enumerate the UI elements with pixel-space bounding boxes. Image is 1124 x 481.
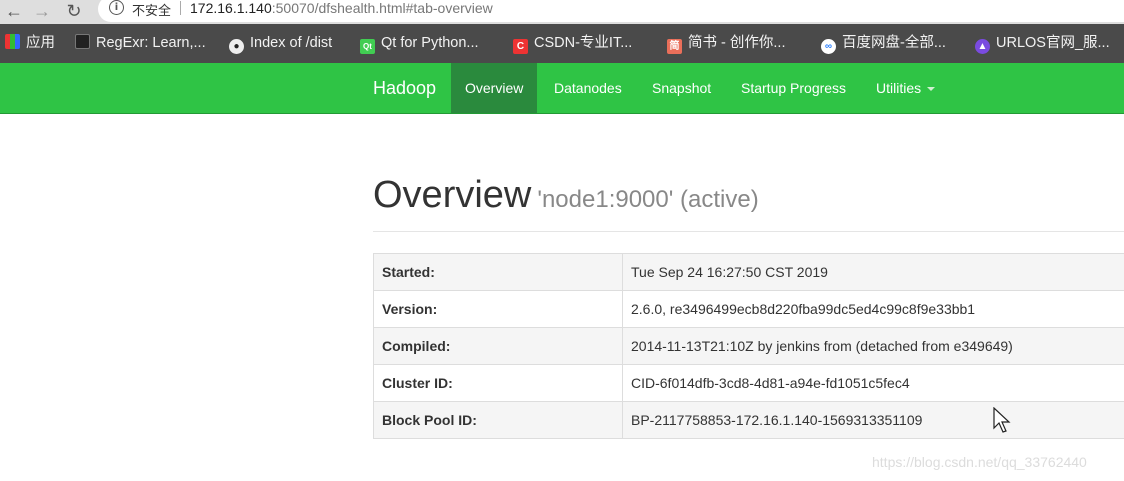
watermark: https://blog.csdn.net/qq_33762440 (872, 454, 1087, 470)
url-text[interactable]: 172.16.1.140:50070/dfshealth.html#tab-ov… (190, 0, 493, 16)
csdn-icon: C (513, 39, 528, 54)
bookmark-label: RegExr: Learn,... (96, 35, 206, 51)
forward-arrow-icon[interactable]: → (30, 0, 54, 22)
page-title: Overview'node1:9000' (active) (373, 174, 759, 217)
page-title-text: Overview (373, 174, 532, 216)
title-divider (373, 231, 1124, 232)
table-row: Cluster ID: CID-6f014dfb-3cd8-4d81-a94e-… (373, 364, 1124, 402)
bookmark-label: Qt for Python... (381, 35, 479, 51)
globe-icon: ● (229, 39, 244, 54)
row-value: 2014-11-13T21:10Z by jenkins from (detac… (622, 327, 1124, 365)
row-key: Version: (373, 290, 623, 328)
security-label[interactable]: 不安全 (132, 0, 171, 19)
bookmark-label: 应用 (26, 35, 55, 51)
tab-overview[interactable]: Overview (451, 63, 538, 113)
row-key: Compiled: (373, 327, 623, 365)
row-value: Tue Sep 24 16:27:50 CST 2019 (622, 253, 1124, 291)
info-icon[interactable]: i (109, 0, 124, 15)
bookmark-label: CSDN-专业IT... (534, 35, 633, 51)
page-subtitle: 'node1:9000' (active) (537, 186, 759, 213)
table-row: Compiled: 2014-11-13T21:10Z by jenkins f… (373, 327, 1124, 365)
row-value: BP-2117758853-172.16.1.140-1569313351109 (622, 401, 1124, 439)
bookmark-qt-python[interactable]: Qt Qt for Python... (360, 24, 479, 63)
bookmark-jianshu[interactable]: 简简书 - 创作你... (667, 24, 785, 63)
brand-logo[interactable]: Hadoop (373, 63, 436, 113)
bookmark-regexr[interactable]: RegExr: Learn,... (75, 24, 206, 63)
bookmark-apps[interactable]: 应用 (5, 24, 55, 63)
bookmark-label: 百度网盘-全部... (842, 35, 946, 51)
row-key: Cluster ID: (373, 364, 623, 402)
bookmark-label: URLOS官网_服... (996, 35, 1110, 51)
hadoop-navbar: Hadoop Overview Datanodes Snapshot Start… (0, 63, 1124, 114)
address-separator (180, 1, 181, 15)
table-row: Version: 2.6.0, re3496499ecb8d220fba99dc… (373, 290, 1124, 328)
row-value: CID-6f014dfb-3cd8-4d81-a94e-fd1051c5fec4 (622, 364, 1124, 402)
bookmark-urlos[interactable]: ▲ URLOS官网_服... (975, 24, 1110, 63)
tab-snapshot[interactable]: Snapshot (652, 63, 711, 113)
bookmark-index-dist[interactable]: ● Index of /dist (229, 24, 332, 63)
bookmark-baidu-pan[interactable]: ∞ 百度网盘-全部... (821, 24, 946, 63)
bookmarks-bar: 应用 RegExr: Learn,... ● Index of /dist Qt Q… (0, 24, 1124, 63)
tab-startup-progress[interactable]: Startup Progress (741, 63, 846, 113)
jianshu-icon: 简 (667, 39, 682, 54)
mouse-pointer-icon (993, 407, 1011, 433)
address-bar[interactable]: i 不安全 172.16.1.140:50070/dfshealth.html#… (98, 0, 1124, 22)
apps-grid-icon (5, 34, 20, 49)
tab-utilities-dropdown[interactable]: Utilities (876, 63, 936, 113)
row-key: Block Pool ID: (373, 401, 623, 439)
browser-toolbar: ← → ↻ i 不安全 172.16.1.140:50070/dfshealth… (0, 0, 1124, 24)
qt-icon: Qt (360, 39, 375, 54)
utilities-label: Utilities (876, 80, 922, 96)
reload-icon[interactable]: ↻ (62, 0, 86, 22)
tab-datanodes[interactable]: Datanodes (554, 63, 622, 113)
url-host: 172.16.1.140 (190, 0, 272, 16)
url-path: :50070/dfshealth.html#tab-overview (271, 0, 493, 16)
bookmark-csdn[interactable]: C CSDN-专业IT... (513, 24, 632, 63)
baidu-pan-icon: ∞ (821, 39, 836, 54)
row-value: 2.6.0, re3496499ecb8d220fba99dc5ed4c99c8… (622, 290, 1124, 328)
bookmark-label: Index of /dist (250, 35, 333, 51)
regexr-icon (75, 34, 90, 49)
row-key: Started: (373, 253, 623, 291)
back-arrow-icon[interactable]: ← (2, 0, 26, 22)
urlos-icon: ▲ (975, 39, 990, 54)
table-row: Started: Tue Sep 24 16:27:50 CST 2019 (373, 253, 1124, 291)
caret-down-icon (927, 87, 936, 91)
bookmark-label: 简书 - 创作你... (688, 35, 786, 51)
